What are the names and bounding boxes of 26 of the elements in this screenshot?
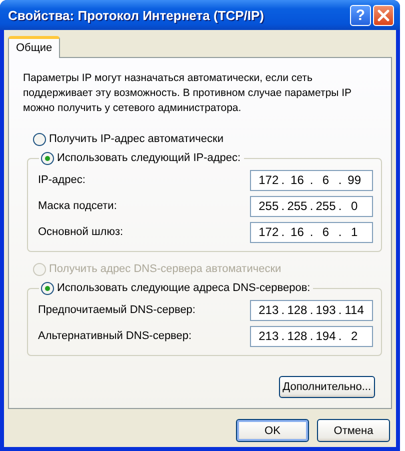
- radio-button[interactable]: [33, 132, 46, 146]
- ip-address-field[interactable]: 213 . 128 . 193 . 114: [250, 300, 373, 320]
- close-button[interactable]: [373, 4, 394, 26]
- radio-label: Получить адрес DNS-сервера автоматически: [49, 262, 282, 276]
- ip-address-field[interactable]: 172 . 16 . 6 . 1: [250, 222, 373, 242]
- tab[interactable]: Общие: [8, 36, 60, 58]
- radio-button[interactable]: [41, 282, 54, 294]
- ip-address-field[interactable]: 172 . 16 . 6 . 99: [250, 170, 373, 190]
- dialog-button[interactable]: OK: [236, 419, 309, 442]
- field-label: Маска подсети:: [38, 200, 117, 212]
- radio-button[interactable]: [41, 152, 54, 164]
- field-label: Альтернативный DNS-сервер:: [38, 330, 192, 342]
- field-label: IP-адрес:: [38, 174, 86, 186]
- ip-address-field[interactable]: 255 . 255 . 255 . 0: [250, 196, 373, 216]
- radio-label: Получить IP-адрес автоматически: [49, 132, 224, 146]
- description-text: Параметры IP могут назначаться автоматически, если сеть поддерживает эту возможность. В противном случае параметры IP можно получить у сетевого администратора.: [23, 71, 352, 116]
- field-label: Предпочитаемый DNS-сервер:: [38, 304, 196, 316]
- radio-label: Использовать следующий IP-адрес:: [57, 151, 241, 165]
- field-label: Основной шлюз:: [38, 226, 124, 238]
- ip-address-field[interactable]: 213 . 128 . 194 . 2: [250, 326, 373, 346]
- dialog-button[interactable]: Отмена: [317, 419, 390, 442]
- radio-option[interactable]: Получить IP-адрес автоматически: [33, 132, 381, 146]
- window-title: Свойства: Протокол Интернета (TCP/IP): [8, 8, 264, 22]
- advanced-button[interactable]: Дополнительно...: [278, 376, 375, 398]
- radio-label: Использовать следующие адреса DNS-серверов:: [57, 281, 310, 295]
- close-icon: [377, 8, 390, 22]
